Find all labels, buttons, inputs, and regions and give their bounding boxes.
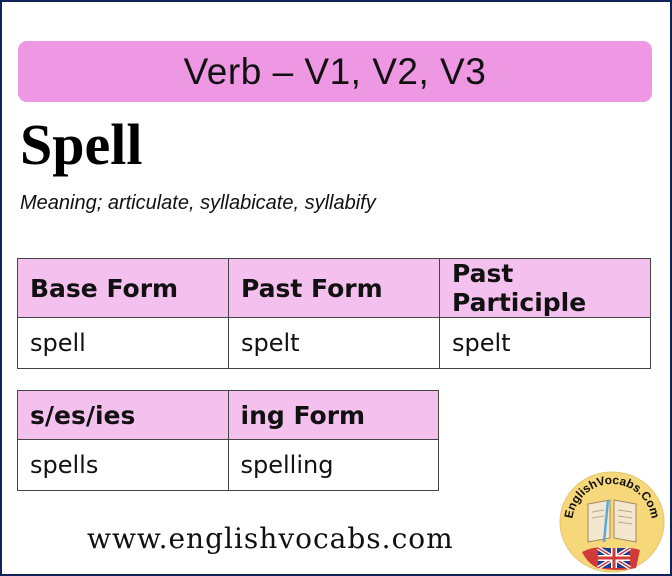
verb-forms-table: Base Form Past Form Past Participle spel… bbox=[17, 258, 651, 369]
cell-past-form: spelt bbox=[228, 317, 440, 369]
cell-s-es-ies: spells bbox=[17, 439, 229, 491]
verb-word: Spell bbox=[20, 112, 143, 177]
site-logo: EnglishVocabs.Com bbox=[559, 471, 665, 573]
header-base-form: Base Form bbox=[17, 258, 229, 318]
table-header-row: Base Form Past Form Past Participle bbox=[17, 258, 651, 318]
verb-meaning: Meaning; articulate, syllabicate, syllab… bbox=[20, 192, 376, 214]
header-past-participle: Past Participle bbox=[439, 258, 651, 318]
cell-ing-form: spelling bbox=[227, 439, 439, 491]
banner-title: Verb – V1, V2, V3 bbox=[183, 50, 487, 92]
footer-url[interactable]: www.englishvocabs.com bbox=[87, 522, 454, 555]
title-banner: Verb – V1, V2, V3 bbox=[18, 41, 652, 102]
header-ing-form: ing Form bbox=[227, 390, 439, 440]
table-row: spell spelt spelt bbox=[17, 317, 651, 369]
header-s-es-ies: s/es/ies bbox=[17, 390, 229, 440]
verb-other-forms-table: s/es/ies ing Form spells spelling bbox=[17, 390, 439, 491]
table-row: spells spelling bbox=[17, 439, 439, 491]
cell-past-participle: spelt bbox=[439, 317, 651, 369]
table-header-row: s/es/ies ing Form bbox=[17, 390, 439, 440]
header-past-form: Past Form bbox=[228, 258, 440, 318]
cell-base-form: spell bbox=[17, 317, 229, 369]
